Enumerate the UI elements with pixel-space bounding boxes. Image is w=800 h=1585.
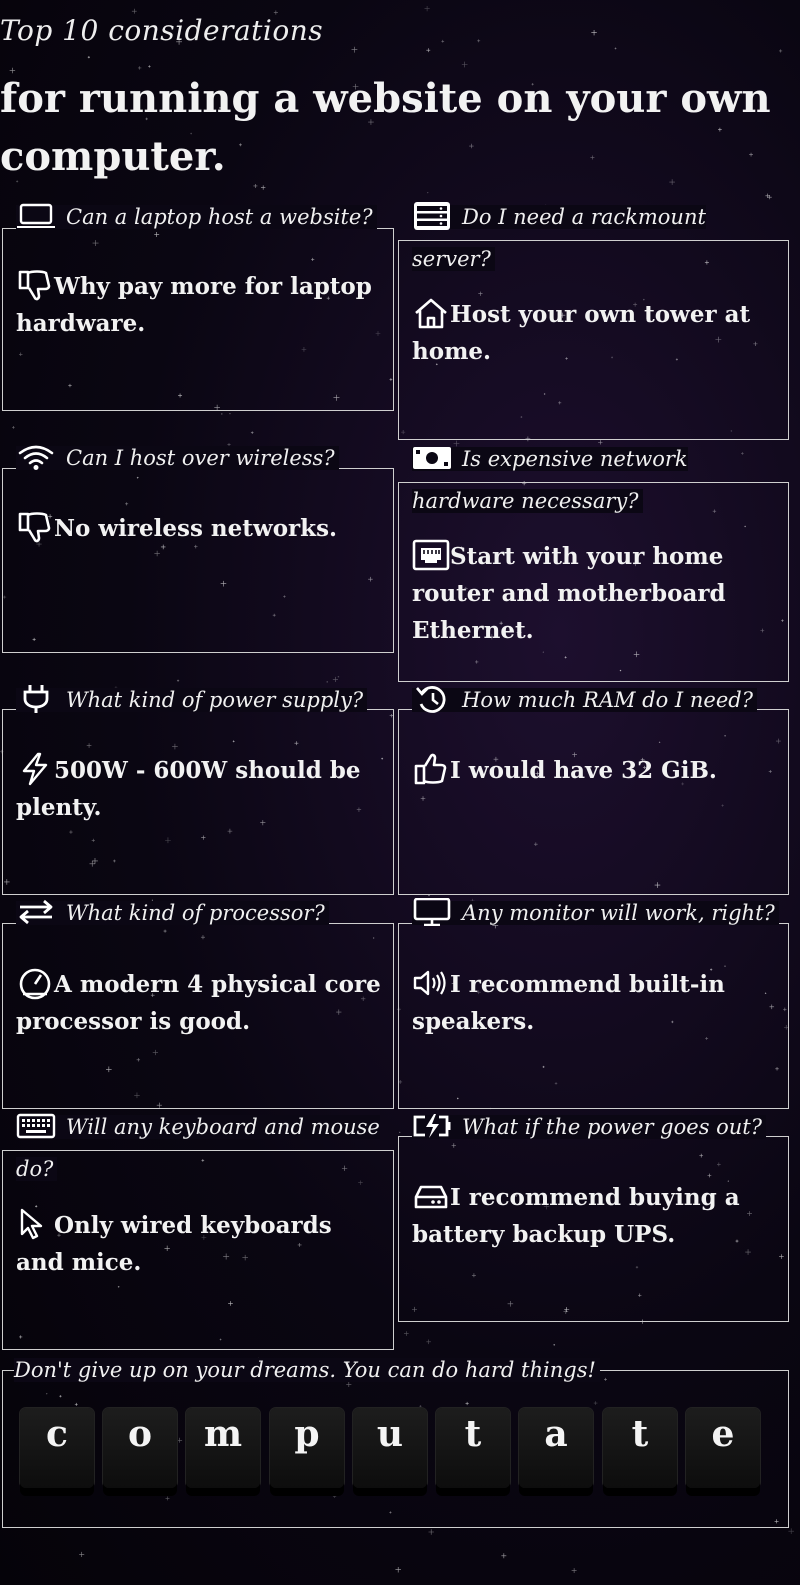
card-answer: Start with your home router and motherbo…	[412, 538, 780, 649]
card-question: Any monitor will work, right?	[412, 892, 782, 934]
arrows-exchange-icon	[16, 898, 56, 926]
card-question: Is expensive network hardware necessary?	[412, 438, 782, 522]
card-question: Do I need a rackmount server?	[412, 196, 782, 280]
keycap-row: c o m p u t a t e	[20, 1408, 780, 1498]
card-question: What kind of processor?	[16, 892, 388, 934]
star	[12, 426, 15, 429]
keycap-e: e	[686, 1408, 760, 1488]
plug-icon	[16, 685, 56, 713]
thumbs-up-icon	[412, 752, 450, 786]
thumbs-down-icon	[16, 268, 54, 302]
star	[351, 46, 358, 53]
star	[395, 1566, 401, 1573]
keyboard-icon	[16, 1112, 56, 1140]
lightning-icon	[16, 752, 54, 786]
wifi-icon	[16, 443, 56, 471]
hard-drive-icon	[412, 1179, 450, 1213]
ethernet-port-icon	[412, 538, 450, 572]
card-question: Will any keyboard and mouse do?	[16, 1106, 388, 1190]
star	[131, 8, 137, 14]
card-question: Can I host over wireless?	[16, 437, 388, 479]
star	[778, 49, 783, 53]
star	[614, 47, 617, 50]
star	[441, 39, 445, 43]
star	[501, 1553, 507, 1559]
card-question: What if the power goes out?	[412, 1106, 782, 1148]
keycap-a: a	[519, 1408, 593, 1488]
star	[229, 412, 231, 415]
thumbs-down-icon	[16, 510, 54, 544]
gauge-icon	[16, 966, 54, 1000]
star	[337, 675, 340, 678]
cursor-icon	[16, 1207, 54, 1241]
keycap-m: m	[186, 1408, 260, 1488]
star	[426, 1339, 431, 1345]
keycap-t-2: t	[603, 1408, 677, 1488]
laptop-icon	[16, 202, 56, 230]
card-answer: 500W - 600W should be plenty.	[16, 752, 382, 826]
star	[788, 1528, 795, 1534]
card-question: How much RAM do I need?	[412, 679, 782, 721]
card-answer: No wireless networks.	[16, 510, 382, 547]
keycap-u: u	[353, 1408, 427, 1488]
monitor-icon	[412, 897, 452, 927]
star	[220, 413, 223, 415]
star	[477, 39, 481, 43]
keycap-c: c	[20, 1408, 94, 1488]
history-icon	[412, 685, 452, 713]
speaker-icon	[412, 966, 450, 1000]
keycap-t: t	[436, 1408, 510, 1488]
star	[571, 1568, 577, 1574]
card-answer: A modern 4 physical core processor is go…	[16, 966, 382, 1040]
star	[79, 1551, 85, 1557]
keycap-o: o	[103, 1408, 177, 1488]
star	[250, 431, 254, 434]
star	[148, 65, 151, 68]
star	[260, 185, 266, 190]
card-answer: I recommend buying a battery backup UPS.	[412, 1179, 780, 1253]
card-border	[398, 709, 789, 895]
star	[424, 5, 430, 12]
page-kicker: Top 10 considerations	[0, 14, 324, 47]
home-icon	[412, 296, 450, 330]
money-icon	[412, 444, 452, 472]
card-border	[2, 468, 394, 653]
card-answer: I recommend built-in speakers.	[412, 966, 780, 1040]
page-title: for running a website on your own comput…	[0, 75, 771, 180]
star	[87, 56, 90, 59]
card-question: What kind of power supply?	[16, 679, 388, 721]
star	[428, 1529, 434, 1535]
star	[553, 1343, 556, 1346]
battery-charging-icon	[412, 1112, 452, 1140]
star	[403, 1331, 409, 1336]
card-answer: Only wired keyboards and mice.	[16, 1207, 382, 1281]
star	[426, 48, 431, 53]
star	[399, 1131, 401, 1134]
server-icon	[412, 202, 452, 230]
star	[461, 61, 468, 68]
star	[427, 191, 429, 194]
card-answer: I would have 32 GiB.	[412, 752, 780, 789]
card-answer: Host your own tower at home.	[412, 296, 780, 370]
card-answer: Why pay more for laptop hardware.	[16, 268, 382, 342]
star	[591, 29, 597, 36]
card-question: Can a laptop host a website?	[16, 196, 388, 238]
keycap-p: p	[270, 1408, 344, 1488]
footer-motto: Don't give up on your dreams. You can do…	[14, 1352, 600, 1388]
